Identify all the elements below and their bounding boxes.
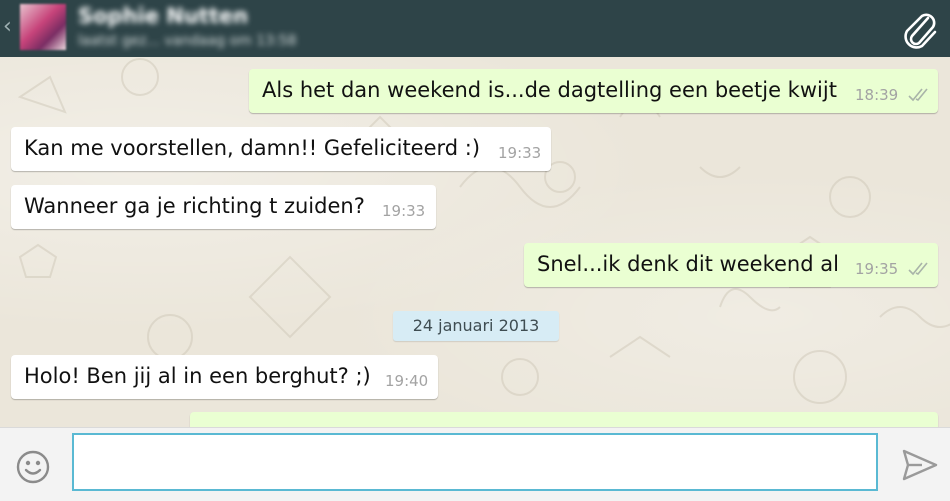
composer-bar	[0, 427, 950, 501]
message-text: Kan me voorstellen, damn!! Gefeliciteerd…	[24, 136, 481, 160]
contact-avatar[interactable]	[20, 4, 66, 50]
back-chevron-icon[interactable]: ‹	[3, 14, 12, 39]
message-time: 19:33	[498, 144, 542, 162]
double-check-icon	[908, 262, 928, 276]
incoming-message[interactable]: Kan me voorstellen, damn!! Gefeliciteerd…	[11, 127, 551, 171]
double-check-icon	[908, 88, 928, 102]
message-time: 19:33	[382, 202, 426, 220]
outgoing-message-partial[interactable]	[190, 412, 938, 427]
incoming-message[interactable]: Holo! Ben jij al in een berghut? ;) 19:4…	[11, 355, 438, 399]
message-time: 19:40	[385, 372, 429, 390]
send-arrow-icon[interactable]	[902, 448, 938, 482]
contact-name[interactable]: Sophie Nutten	[78, 4, 248, 28]
paperclip-icon[interactable]	[898, 8, 942, 52]
message-time: 18:39	[855, 86, 899, 104]
message-time: 19:35	[855, 260, 899, 278]
smiley-icon[interactable]	[16, 450, 50, 484]
message-text: Als het dan weekend is...de dagtelling e…	[262, 78, 837, 102]
message-list[interactable]: Als het dan weekend is...de dagtelling e…	[0, 57, 950, 427]
outgoing-message[interactable]: Als het dan weekend is...de dagtelling e…	[249, 69, 938, 113]
date-separator: 24 januari 2013	[393, 311, 559, 341]
message-input[interactable]	[72, 433, 878, 491]
contact-last-seen: laatst gez... vandaag om 13:58	[78, 33, 297, 49]
message-text: Snel...ik denk dit weekend al	[537, 252, 839, 276]
incoming-message[interactable]: Wanneer ga je richting t zuiden? 19:33	[11, 185, 436, 229]
outgoing-message[interactable]: Snel...ik denk dit weekend al 19:35	[524, 243, 938, 287]
message-text: Holo! Ben jij al in een berghut? ;)	[24, 364, 371, 388]
chat-header: ‹ Sophie Nutten laatst gez... vandaag om…	[0, 0, 950, 57]
message-text: Wanneer ga je richting t zuiden?	[24, 194, 365, 218]
